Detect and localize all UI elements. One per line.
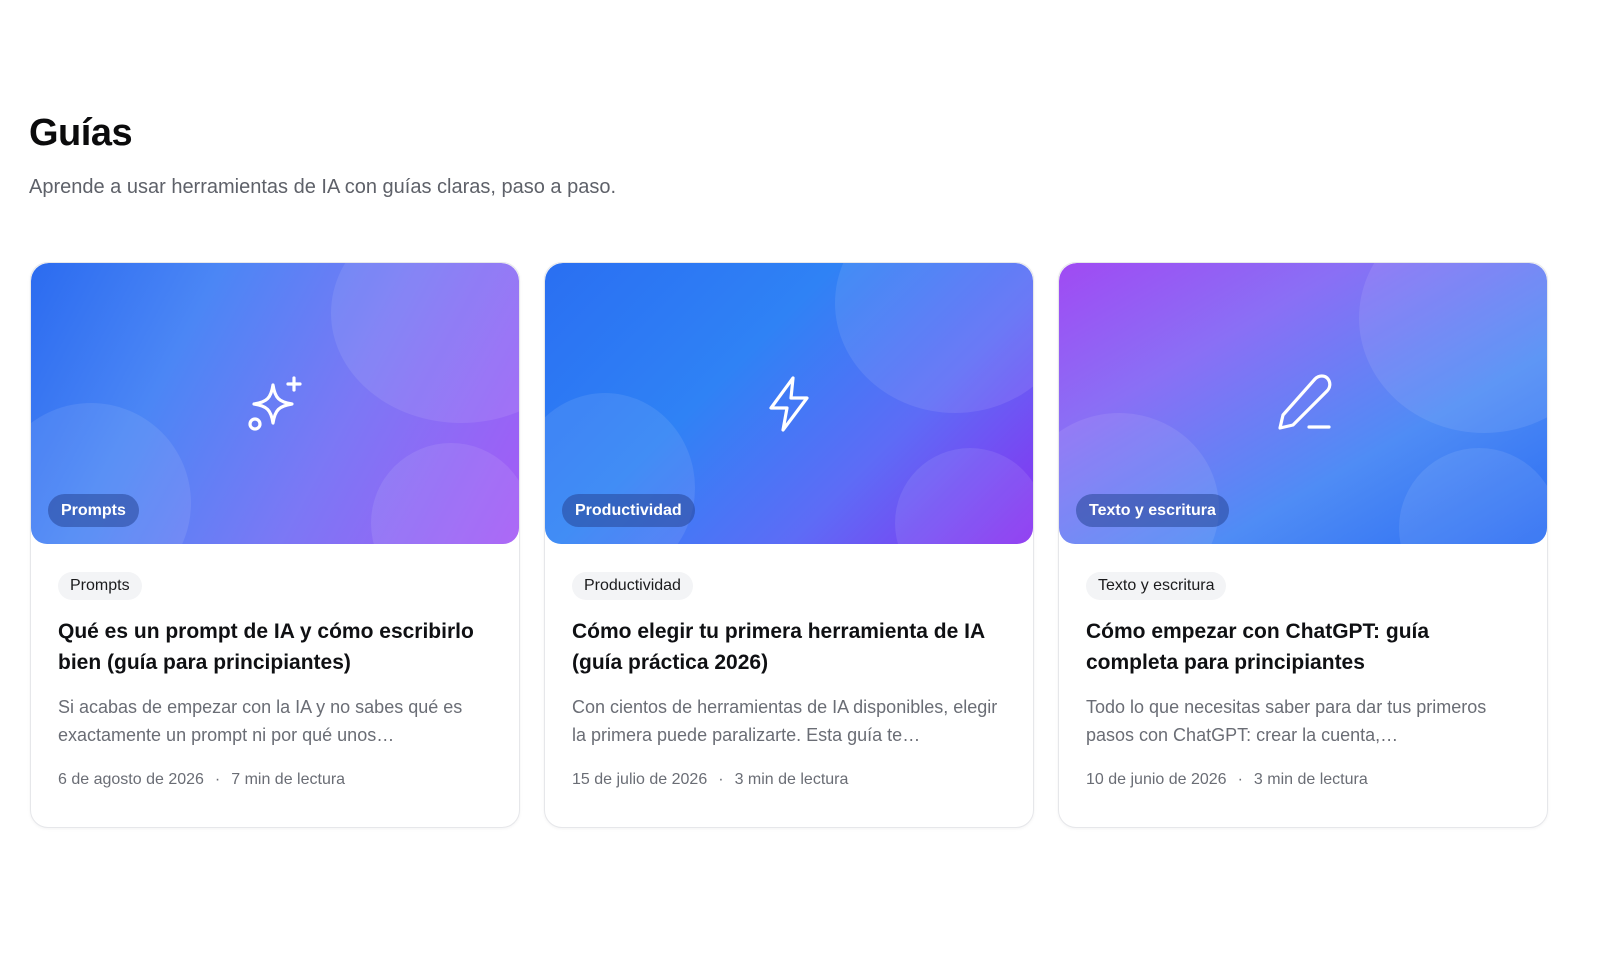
read-time: 3 min de lectura [1253,771,1368,788]
guide-card[interactable]: Texto y escritura Texto y escritura Cómo… [1058,262,1548,828]
meta-separator: · [214,771,221,788]
guide-card-list: Prompts Prompts Qué es un prompt de IA y… [30,262,1548,828]
cover-category-badge: Texto y escritura [1076,494,1229,527]
meta-separator: · [718,771,724,788]
category-chip: Texto y escritura [1086,572,1227,600]
read-time: 7 min de lectura [231,771,346,788]
page-subtitle: Aprende a usar herramientas de IA con gu… [29,176,617,198]
card-cover: Prompts [31,263,519,544]
category-chip: Prompts [58,572,142,600]
card-title[interactable]: Cómo empezar con ChatGPT: guía completa … [1086,616,1520,678]
guides-page: Guías Aprende a usar herramientas de IA … [0,0,1600,957]
lightning-icon [757,372,821,436]
sparkles-icon [243,372,307,436]
publish-date: 10 de junio de 2026 [1086,771,1227,788]
card-excerpt: Si acabas de empezar con la IA y no sabe… [58,697,463,745]
read-time: 3 min de lectura [734,771,849,788]
card-meta: 15 de julio de 2026 · 3 min de lectura [572,771,1006,789]
card-cover: Texto y escritura [1059,263,1547,544]
card-cover: Productividad [545,263,1033,544]
page-title: Guías [29,112,133,154]
publish-date: 15 de julio de 2026 [572,771,708,788]
card-title[interactable]: Qué es un prompt de IA y cómo escribirlo… [58,616,492,678]
guide-card[interactable]: Prompts Prompts Qué es un prompt de IA y… [30,262,520,828]
meta-separator: · [1237,771,1243,788]
category-chip: Productividad [572,572,693,600]
cover-category-badge: Prompts [48,494,139,527]
card-title[interactable]: Cómo elegir tu primera herramienta de IA… [572,616,1006,678]
card-meta: 10 de junio de 2026 · 3 min de lectura [1086,771,1520,789]
guide-card[interactable]: Productividad Productividad Cómo elegir … [544,262,1034,828]
card-meta: 6 de agosto de 2026 · 7 min de lectura [58,771,492,789]
pencil-icon [1271,372,1335,436]
publish-date: 6 de agosto de 2026 [58,771,204,788]
cover-category-badge: Productividad [562,494,695,527]
card-excerpt: Todo lo que necesitas saber para dar tus… [1086,697,1487,745]
card-excerpt: Con cientos de herramientas de IA dispon… [572,697,998,745]
